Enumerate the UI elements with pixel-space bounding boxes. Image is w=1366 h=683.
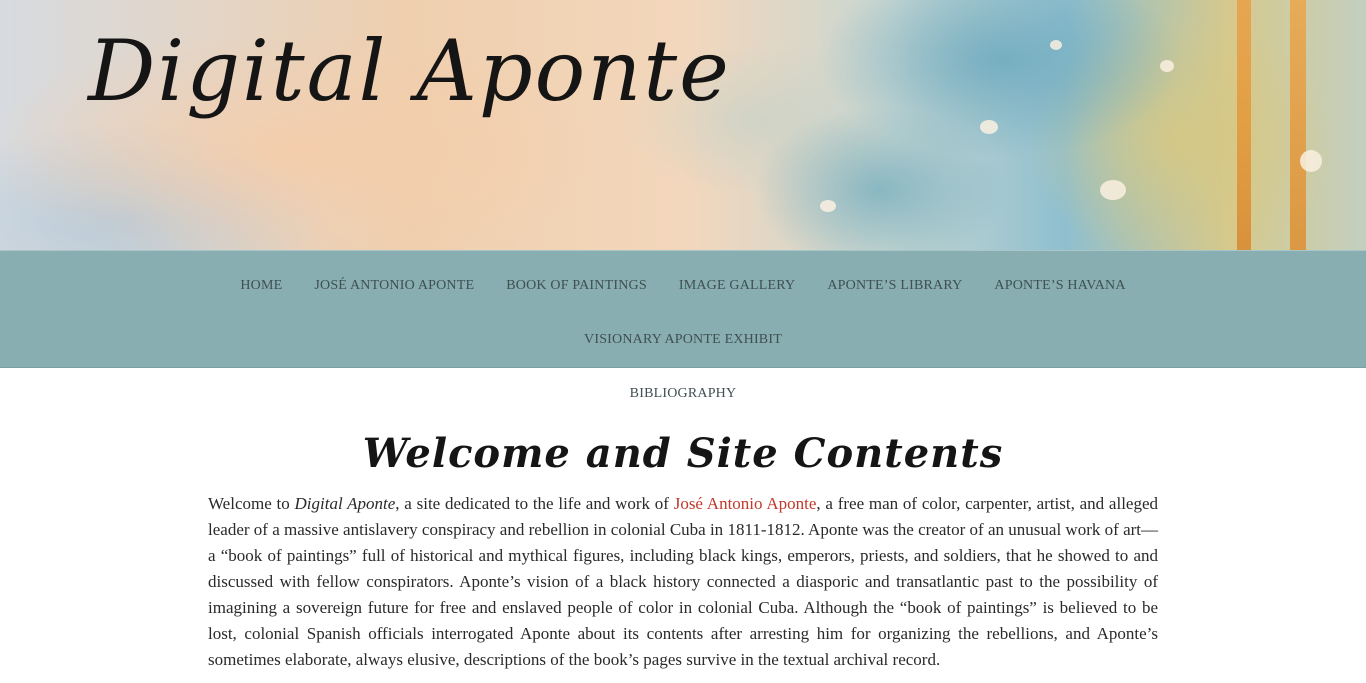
nav-item-image-gallery[interactable]: IMAGE GALLERY <box>663 251 812 305</box>
nav-item-visionary-aponte-exhibit[interactable]: VISIONARY APONTE EXHIBIT <box>568 305 798 359</box>
main-content: Welcome and Site Contents Welcome to Dig… <box>208 430 1158 673</box>
nav-item-home[interactable]: HOME <box>224 251 298 305</box>
banner-painting-speck <box>1050 40 1062 50</box>
banner-painting-speck <box>980 120 998 134</box>
nav-item-bibliography[interactable]: BIBLIOGRAPHY <box>614 359 753 413</box>
nav-item-book-of-paintings[interactable]: BOOK OF PAINTINGS <box>490 251 663 305</box>
main-navigation: HOME JOSÉ ANTONIO APONTE BOOK OF PAINTIN… <box>0 250 1366 401</box>
nav-item-apontes-havana[interactable]: APONTE’S HAVANA <box>978 251 1141 305</box>
page-title: Welcome and Site Contents <box>362 430 1004 477</box>
banner-painting-stripe <box>1290 0 1306 250</box>
banner-painting-speck <box>1300 150 1322 172</box>
intro-text: , a free man of color, carpenter, artist… <box>208 494 1159 669</box>
banner-painting-speck <box>1160 60 1174 72</box>
intro-site-name: Digital Aponte <box>294 494 396 513</box>
intro-text: , a site dedicated to the life and work … <box>395 494 674 513</box>
nav-second-row: BIBLIOGRAPHY <box>140 359 1226 413</box>
intro-paragraph: Welcome to Digital Aponte, a site dedica… <box>208 491 1158 673</box>
header-banner: Digital Aponte <box>0 0 1366 250</box>
jose-antonio-aponte-link[interactable]: José Antonio Aponte <box>674 494 817 513</box>
banner-painting-speck <box>820 200 836 212</box>
intro-text: Welcome to <box>208 494 295 513</box>
banner-painting-stripe <box>1237 0 1251 250</box>
site-title[interactable]: Digital Aponte <box>88 22 731 120</box>
nav-item-jose-antonio-aponte[interactable]: JOSÉ ANTONIO APONTE <box>298 251 490 305</box>
banner-painting-speck <box>1100 180 1126 200</box>
nav-item-apontes-library[interactable]: APONTE’S LIBRARY <box>811 251 978 305</box>
